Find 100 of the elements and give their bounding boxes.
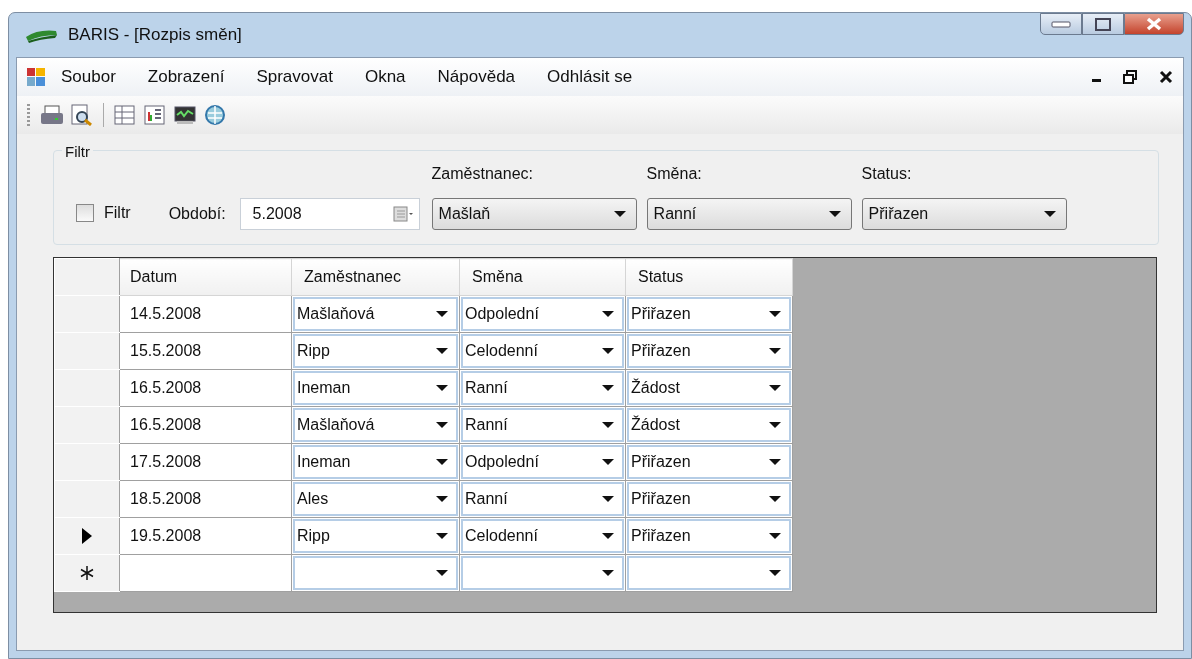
dropdown[interactable]: Přiřazen xyxy=(861,198,1067,230)
caret-icon xyxy=(769,570,781,576)
new-row-icon xyxy=(80,566,94,580)
checkbox-label: Filtr xyxy=(104,203,131,223)
table-cell: 17.5.2008 xyxy=(119,443,292,481)
caret-icon xyxy=(436,385,448,391)
cell-dropdown[interactable]: Celodenní xyxy=(461,334,624,368)
cell-dropdown[interactable]: Odpolední xyxy=(461,297,624,331)
close-icon xyxy=(1146,17,1162,31)
caret-icon xyxy=(769,385,781,391)
window-title: BARIS - [Rozpis směn] xyxy=(68,24,242,47)
cell-dropdown[interactable]: Mašlaňová xyxy=(293,297,458,331)
cell-dropdown[interactable]: Ripp xyxy=(293,334,458,368)
date-field[interactable]: 5.2008 xyxy=(239,198,420,230)
cell-dropdown[interactable]: Žádost xyxy=(627,408,791,442)
caret-icon xyxy=(602,570,614,576)
menu-item[interactable]: Nápověda xyxy=(421,60,532,94)
caret-icon xyxy=(828,211,841,217)
caret-icon xyxy=(602,459,614,465)
table-cell: 14.5.2008 xyxy=(119,295,292,333)
close-button[interactable] xyxy=(1124,13,1184,35)
caret-icon xyxy=(1043,211,1056,217)
cell-dropdown[interactable]: Ripp xyxy=(293,519,458,553)
current-row-icon xyxy=(82,528,92,544)
caret-icon xyxy=(769,533,781,539)
caret-icon xyxy=(769,422,781,428)
caret-icon xyxy=(436,533,448,539)
checkbox[interactable] xyxy=(76,204,94,222)
caret-icon xyxy=(436,459,448,465)
maximize-button[interactable] xyxy=(1082,13,1124,35)
cell-dropdown[interactable]: Ineman xyxy=(293,445,458,479)
cell-dropdown[interactable] xyxy=(461,556,624,590)
table-cell: 15.5.2008 xyxy=(119,332,292,370)
report-icon[interactable] xyxy=(143,104,167,126)
maximize-icon xyxy=(1095,17,1111,31)
menu-item[interactable]: Zobrazení xyxy=(131,60,241,94)
field-label: Směna: xyxy=(646,164,703,184)
cell-dropdown[interactable]: Žádost xyxy=(627,371,791,405)
row-header[interactable] xyxy=(54,517,120,555)
caret-icon xyxy=(769,348,781,354)
print-preview-icon[interactable] xyxy=(70,104,94,126)
row-header[interactable] xyxy=(54,554,120,592)
cell-dropdown[interactable]: Celodenní xyxy=(461,519,624,553)
caret-icon xyxy=(436,496,448,502)
caret-icon xyxy=(602,311,614,317)
table-cell: 19.5.2008 xyxy=(119,517,292,555)
caret-icon xyxy=(613,211,626,217)
minimize-button[interactable] xyxy=(1040,13,1082,35)
caret-icon xyxy=(436,311,448,317)
caret-icon xyxy=(769,496,781,502)
field-label: Status: xyxy=(861,164,913,184)
dropdown[interactable]: Mašlaň xyxy=(431,198,637,230)
cell-dropdown[interactable]: Přiřazen xyxy=(627,482,791,516)
monitor-chart-icon[interactable] xyxy=(173,104,197,126)
caret-icon xyxy=(436,348,448,354)
caret-icon xyxy=(436,422,448,428)
cell-dropdown[interactable]: Přiřazen xyxy=(627,445,791,479)
cell-dropdown[interactable]: Ranní xyxy=(461,482,624,516)
column-header[interactable]: Status xyxy=(625,258,793,296)
column-header[interactable]: Směna xyxy=(459,258,626,296)
calendar-icon[interactable] xyxy=(392,206,413,222)
caret-icon xyxy=(436,570,448,576)
table-cell: 16.5.2008 xyxy=(119,406,292,444)
print-icon[interactable] xyxy=(40,104,64,126)
field-label: Období: xyxy=(168,204,226,224)
cell-dropdown[interactable]: Přiřazen xyxy=(627,519,791,553)
cell-dropdown[interactable]: Přiřazen xyxy=(627,334,791,368)
table-cell: 16.5.2008 xyxy=(119,369,292,407)
globe-icon[interactable] xyxy=(203,104,227,126)
cell-dropdown[interactable]: Mašlaňová xyxy=(293,408,458,442)
menu-item[interactable]: Odhlásit se xyxy=(531,60,649,94)
table-icon[interactable] xyxy=(113,104,137,126)
table-cell: 18.5.2008 xyxy=(119,480,292,518)
cell-dropdown[interactable] xyxy=(627,556,791,590)
cell-dropdown[interactable]: Ranní xyxy=(461,371,624,405)
cell-dropdown[interactable]: Odpolední xyxy=(461,445,624,479)
caret-icon xyxy=(602,385,614,391)
cell-dropdown[interactable]: Ineman xyxy=(293,371,458,405)
cell-dropdown[interactable]: Ales xyxy=(293,482,458,516)
cell-dropdown[interactable] xyxy=(293,556,458,590)
close-icon[interactable] xyxy=(1159,70,1173,84)
column-header[interactable]: Datum xyxy=(119,258,292,296)
menu-item[interactable]: Soubor xyxy=(45,60,132,94)
caret-icon xyxy=(602,496,614,502)
minimize-icon xyxy=(1051,20,1071,28)
field-label: Zaměstnanec: xyxy=(431,164,534,184)
dropdown[interactable]: Ranní xyxy=(646,198,852,230)
cell-dropdown[interactable]: Ranní xyxy=(461,408,624,442)
column-header[interactable]: Zaměstnanec xyxy=(291,258,460,296)
corner-header xyxy=(54,258,120,296)
caret-icon xyxy=(769,459,781,465)
restore-icon[interactable] xyxy=(1123,70,1137,84)
caret-icon xyxy=(602,422,614,428)
menu-item[interactable]: Okna xyxy=(348,60,422,94)
caret-icon xyxy=(602,348,614,354)
cell-dropdown[interactable]: Přiřazen xyxy=(627,297,791,331)
menu-item[interactable]: Spravovat xyxy=(240,60,349,94)
document-icon[interactable] xyxy=(27,68,45,86)
caret-icon xyxy=(602,533,614,539)
caret-icon xyxy=(769,311,781,317)
